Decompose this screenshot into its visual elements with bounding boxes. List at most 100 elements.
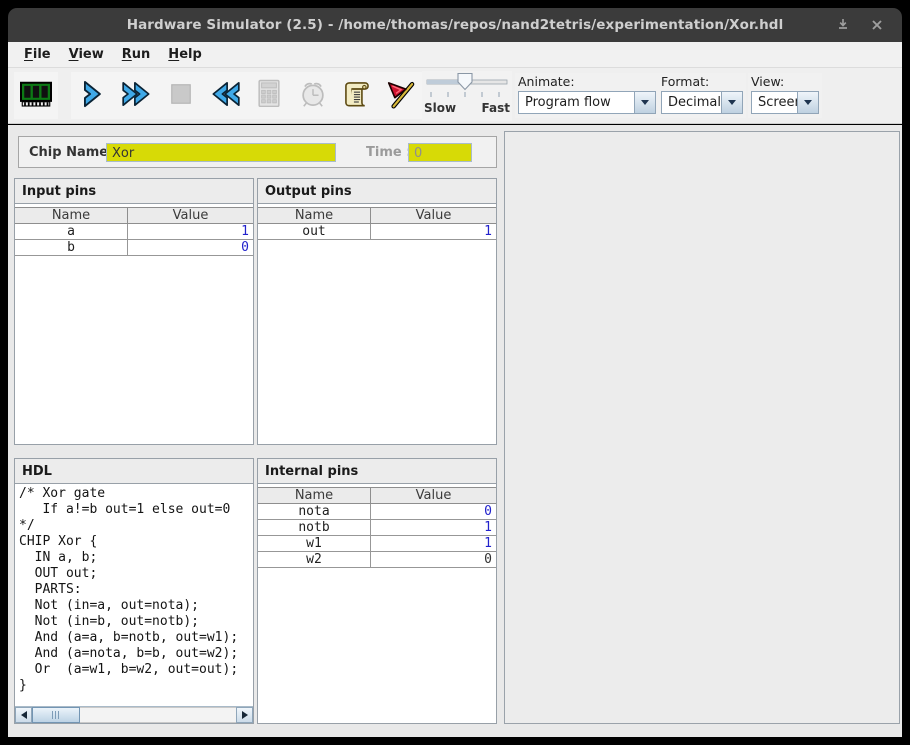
pin-value[interactable]: 1 [128,224,253,239]
table-row: out1 [258,224,496,240]
minimize-icon [836,16,850,35]
hdl-code: /* Xor gate If a!=b out=1 else out=0*/CH… [15,484,253,694]
flag-icon [385,78,417,114]
chevron-down-icon [804,100,812,105]
chip-name-bar: Chip Name : Xor Time : 0 [18,136,497,168]
animate-dropdown-button[interactable] [634,92,655,113]
output-pins-panel: Output pins Name Value out1 [257,178,497,445]
view-label: View: [751,74,819,89]
menu-help[interactable]: Help [159,44,210,65]
time-label: Time : [366,145,411,160]
memory-chip-icon [18,79,54,113]
column-header-value: Value [371,208,496,223]
alarm-clock-icon [297,78,329,114]
breakpoints-button[interactable] [379,72,423,119]
code-line: OUT out; [19,566,253,582]
script-button[interactable] [335,72,379,119]
format-dropdown-button[interactable] [721,92,742,113]
pin-value[interactable]: 0 [128,240,253,255]
scroll-right-button[interactable] [236,707,253,723]
pin-name: b [15,240,128,255]
format-value: Decimal [662,92,721,113]
pin-name: nota [258,504,371,519]
view-select[interactable]: Screen [751,91,819,114]
column-header-value: Value [128,208,253,223]
internal-pins-table: Name Value nota0notb1w11w20 [258,487,496,568]
pin-value[interactable]: 1 [371,520,496,535]
table-header: Name Value [15,207,253,224]
format-label: Format: [661,74,743,89]
code-line: */ [19,518,253,534]
reset-button[interactable] [203,72,247,119]
run-button[interactable] [115,72,159,119]
title-bar: Hardware Simulator (2.5) - /home/thomas/… [8,8,902,42]
code-line: Not (in=b, out=notb); [19,614,253,630]
window-title: Hardware Simulator (2.5) - /home/thomas/… [127,17,784,33]
view-group: View: Screen [748,73,822,118]
time-field: 0 [408,143,472,162]
speed-slider[interactable]: Slow Fast [422,71,512,121]
table-header: Name Value [258,207,496,224]
code-line: Not (in=a, out=nota); [19,598,253,614]
menu-run[interactable]: Run [113,44,160,65]
code-line: /* Xor gate [19,486,253,502]
column-header-name: Name [258,208,371,223]
code-line: PARTS: [19,582,253,598]
pin-value[interactable]: 1 [371,224,496,239]
pin-name: out [258,224,371,239]
code-line: IN a, b; [19,550,253,566]
code-line: And (a=a, b=notb, out=w1); [19,630,253,646]
input-pins-title: Input pins [15,179,253,204]
toolbar-buttons [14,72,423,119]
pin-value[interactable]: 1 [371,536,496,551]
table-row: notb1 [258,520,496,536]
view-canvas-panel [504,131,900,724]
animate-select[interactable]: Program flow [518,91,656,114]
table-header: Name Value [258,487,496,504]
pin-name: w2 [258,552,371,567]
pin-value[interactable]: 0 [371,552,496,567]
scroll-left-button[interactable] [15,707,32,723]
hdl-horizontal-scrollbar [15,706,253,723]
output-pins-title: Output pins [258,179,496,204]
pin-name: w1 [258,536,371,551]
scrollbar-thumb[interactable] [32,707,80,723]
view-value: Screen [752,92,797,113]
minimize-button[interactable] [834,16,852,34]
code-line: And (a=nota, b=b, out=w2); [19,646,253,662]
menu-view[interactable]: View [60,44,113,65]
calculator-icon [254,78,284,114]
code-line: } [19,678,253,694]
column-header-name: Name [15,208,128,223]
main-content: Chip Name : Xor Time : 0 Input pins Name… [8,125,902,737]
stop-square-icon [166,79,196,113]
menu-file[interactable]: File [15,44,60,65]
format-select[interactable]: Decimal [661,91,743,114]
animate-label: Animate: [518,74,656,89]
calculator-button [247,72,291,119]
load-chip-button[interactable] [14,72,58,119]
pin-value[interactable]: 0 [371,504,496,519]
code-line: If a!=b out=1 else out=0 [19,502,253,518]
single-step-button[interactable] [71,72,115,119]
format-group: Format: Decimal [658,73,746,118]
pin-name: a [15,224,128,239]
chip-name-field[interactable]: Xor [106,143,336,162]
table-row: b0 [15,240,253,256]
double-chevron-right-icon [120,79,154,113]
double-chevron-left-icon [208,79,242,113]
column-header-value: Value [371,488,496,503]
toolbar: Slow Fast Animate: Program flow Format: … [8,68,902,124]
scrollbar-track[interactable] [32,707,236,723]
slider-slow-label: Slow [424,101,456,115]
stop-button [159,72,203,119]
table-row: w20 [258,552,496,568]
menu-bar: File View Run Help [8,42,902,68]
view-dropdown-button[interactable] [797,92,818,113]
speed-slider-track[interactable] [422,71,512,99]
chevron-down-icon [641,100,649,105]
close-button[interactable] [868,16,886,34]
close-icon [871,16,883,35]
clock-button [291,72,335,119]
single-chevron-right-icon [78,79,108,113]
